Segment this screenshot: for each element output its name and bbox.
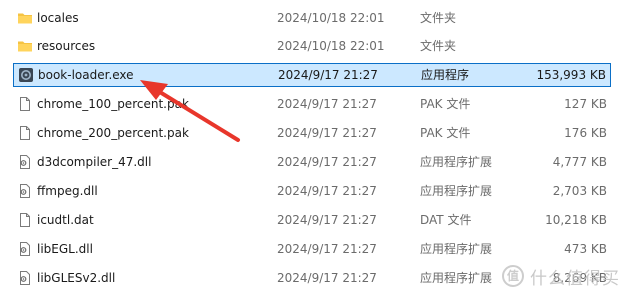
- document-icon: [20, 97, 30, 111]
- file-size: 473 KB: [564, 242, 607, 256]
- file-icon-cell: [18, 63, 36, 87]
- watermark-badge: 值: [502, 265, 524, 287]
- file-date: 2024/9/17 21:27: [277, 155, 377, 169]
- file-icon-cell: [17, 150, 35, 174]
- document-icon: [20, 213, 30, 227]
- file-type: 文件夹: [420, 11, 457, 25]
- file-name: book-loader.exe: [38, 68, 134, 82]
- file-row-d3dcompiler[interactable]: d3dcompiler_47.dll 2024/9/17 21:27 应用程序扩…: [13, 150, 611, 174]
- file-size: 153,993 KB: [536, 68, 606, 82]
- file-name: resources: [37, 39, 96, 53]
- dll-icon: [20, 242, 30, 256]
- file-name: chrome_200_percent.pak: [37, 126, 189, 140]
- file-name: ffmpeg.dll: [37, 184, 98, 198]
- file-size: 4,777 KB: [552, 155, 607, 169]
- file-name: chrome_100_percent.pak: [37, 97, 189, 111]
- file-date: 2024/9/17 21:27: [277, 97, 377, 111]
- file-row-icudtl[interactable]: icudtl.dat 2024/9/17 21:27 DAT 文件 10,218…: [13, 208, 611, 232]
- file-row-ffmpeg[interactable]: ffmpeg.dll 2024/9/17 21:27 应用程序扩展 2,703 …: [13, 179, 611, 203]
- file-date: 2024/10/18 22:01: [277, 39, 385, 53]
- file-date: 2024/10/18 22:01: [277, 11, 385, 25]
- watermark-text: 什么值得买: [530, 268, 620, 289]
- file-icon-cell: [17, 6, 35, 30]
- file-icon-cell: [17, 266, 35, 290]
- file-type: DAT 文件: [420, 213, 472, 227]
- document-icon: [20, 126, 30, 140]
- file-type: 应用程序: [421, 68, 470, 82]
- file-size: 10,218 KB: [545, 213, 607, 227]
- file-date: 2024/9/17 21:27: [277, 271, 377, 285]
- file-type: 应用程序扩展: [420, 242, 493, 256]
- file-row-locales[interactable]: locales 2024/10/18 22:01 文件夹: [13, 6, 611, 30]
- file-row-libegl[interactable]: libEGL.dll 2024/9/17 21:27 应用程序扩展 473 KB: [13, 237, 611, 261]
- file-date: 2024/9/17 21:27: [277, 213, 377, 227]
- file-date: 2024/9/17 21:27: [277, 242, 377, 256]
- dll-icon: [20, 271, 30, 285]
- file-icon-cell: [17, 34, 35, 58]
- folder-icon: [18, 13, 32, 24]
- file-type: 文件夹: [420, 39, 457, 53]
- file-row-chrome-200[interactable]: chrome_200_percent.pak 2024/9/17 21:27 P…: [13, 121, 611, 145]
- file-type: PAK 文件: [420, 97, 471, 111]
- file-name: libEGL.dll: [37, 242, 93, 256]
- file-type: 应用程序扩展: [420, 184, 493, 198]
- file-name: libGLESv2.dll: [37, 271, 116, 285]
- file-icon-cell: [17, 92, 35, 116]
- file-size: 2,703 KB: [552, 184, 607, 198]
- dll-icon: [20, 184, 30, 198]
- file-name: locales: [37, 11, 79, 25]
- file-size: 127 KB: [564, 97, 607, 111]
- file-size: 176 KB: [564, 126, 607, 140]
- file-icon-cell: [17, 121, 35, 145]
- dll-icon: [20, 155, 30, 169]
- file-row-chrome-100[interactable]: chrome_100_percent.pak 2024/9/17 21:27 P…: [13, 92, 611, 116]
- file-type: PAK 文件: [420, 126, 471, 140]
- file-date: 2024/9/17 21:27: [278, 68, 378, 82]
- file-name: icudtl.dat: [37, 213, 94, 227]
- file-type: 应用程序扩展: [420, 271, 493, 285]
- file-icon-cell: [17, 237, 35, 261]
- file-date: 2024/9/17 21:27: [277, 184, 377, 198]
- file-name: d3dcompiler_47.dll: [37, 155, 152, 169]
- file-row-resources[interactable]: resources 2024/10/18 22:01 文件夹: [13, 34, 611, 58]
- folder-icon: [18, 41, 32, 52]
- exe-icon: [19, 68, 33, 82]
- file-icon-cell: [17, 208, 35, 232]
- file-type: 应用程序扩展: [420, 155, 493, 169]
- watermark: 值 什么值得买: [502, 265, 620, 289]
- file-row-book-loader[interactable]: book-loader.exe 2024/9/17 21:27 应用程序 153…: [13, 63, 611, 87]
- file-date: 2024/9/17 21:27: [277, 126, 377, 140]
- file-icon-cell: [17, 179, 35, 203]
